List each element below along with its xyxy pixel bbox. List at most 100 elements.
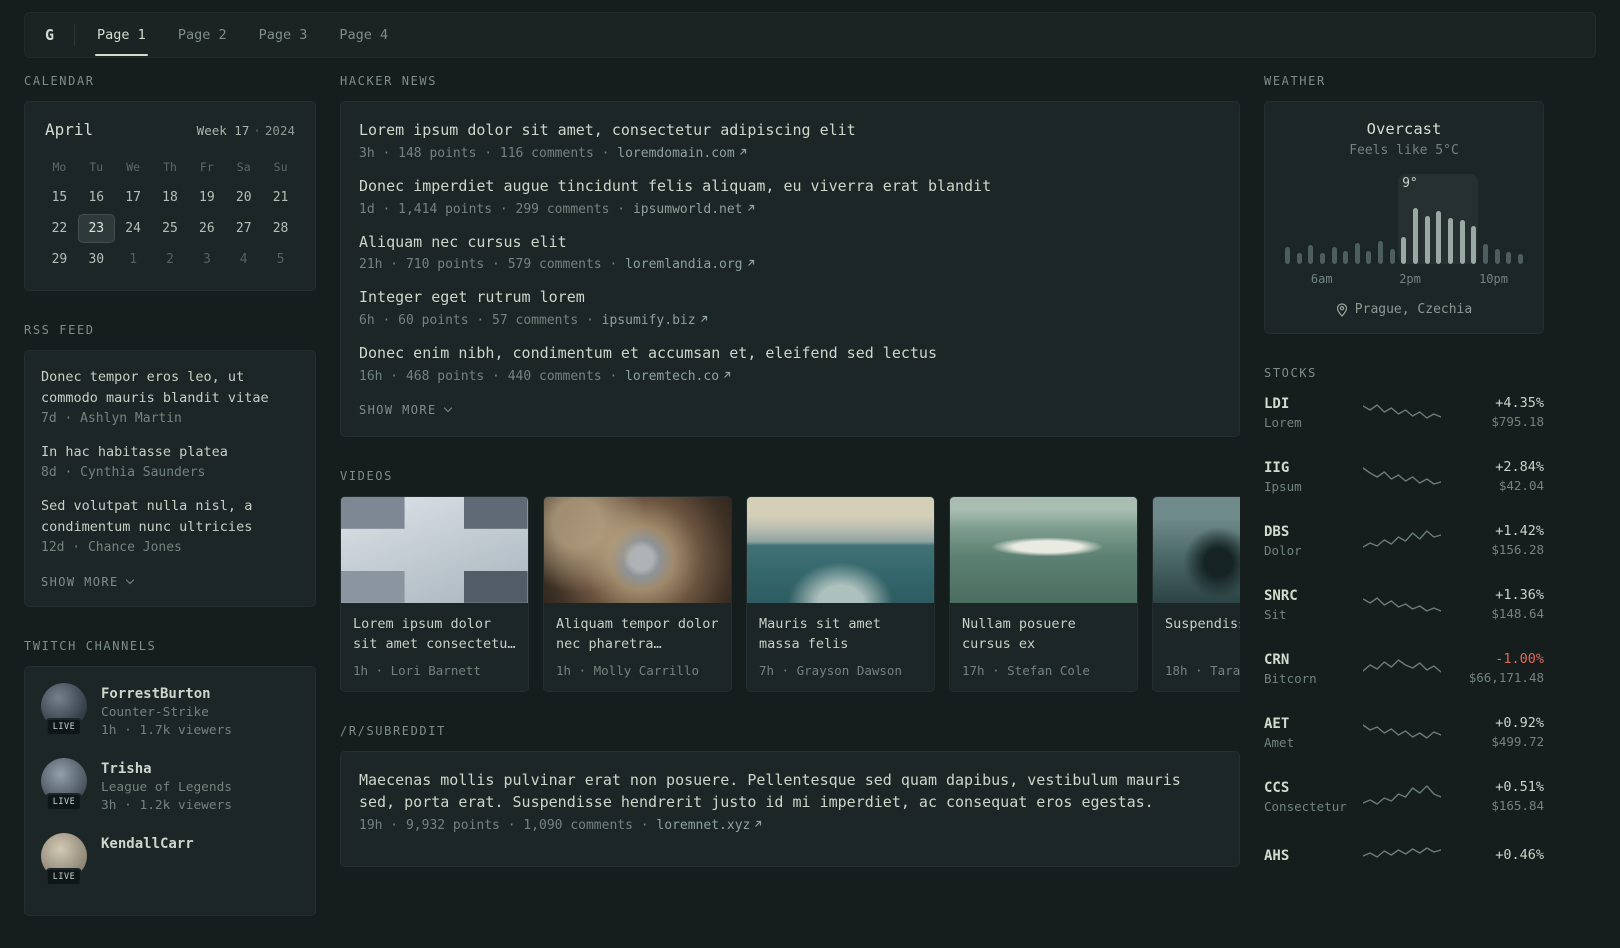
reddit-domain: loremnet.xyz	[656, 817, 751, 833]
news-domain-link[interactable]: ipsumify.biz	[602, 313, 709, 328]
news-domain-link[interactable]: loremtech.co	[625, 369, 732, 384]
news-domain: loremlandia.org	[625, 257, 743, 273]
stock-price: $499.72	[1491, 733, 1544, 749]
twitch-channel-name[interactable]: KendallCarr	[101, 836, 194, 852]
weather-bar	[1459, 220, 1465, 264]
calendar-day: 15	[51, 190, 68, 205]
weather-peak-temp: 9°	[1402, 176, 1418, 191]
video-title-link[interactable]: Nullam posuere cursus ex	[962, 614, 1125, 655]
stock-symbol[interactable]: AHS	[1264, 848, 1289, 864]
weather-bar	[1424, 216, 1430, 264]
video-thumbnail[interactable]	[747, 496, 934, 603]
right-column: WEATHER Overcast Feels like 5°C 9° 6am 2…	[1264, 74, 1544, 903]
subreddit-card: Maecenas mollis pulvinar erat non posuer…	[340, 751, 1240, 867]
stock-symbol[interactable]: DBS	[1264, 524, 1289, 540]
tab-page-3[interactable]: Page 3	[257, 27, 310, 43]
stock-sparkline	[1363, 596, 1441, 612]
stock-change: +0.92%	[1495, 714, 1544, 731]
top-navigation: G Page 1 Page 2 Page 3 Page 4	[24, 12, 1596, 58]
calendar-day-today: 23	[77, 214, 115, 243]
stock-symbol[interactable]: SNRC	[1264, 588, 1298, 604]
video-card[interactable]: Lorem ipsum dolor sit amet consectetu… 1…	[340, 495, 529, 693]
video-card[interactable]: Nullam posuere cursus ex 17h · Stefan Co…	[949, 495, 1138, 693]
video-thumbnail[interactable]	[341, 496, 528, 603]
stock-symbol[interactable]: CCS	[1264, 780, 1289, 796]
stock-price: $42.04	[1498, 477, 1544, 493]
avatar: LIVE	[41, 757, 87, 811]
twitch-channel-name[interactable]: ForrestBurton	[101, 686, 211, 702]
stock-row: AET Amet +0.92% $499.72	[1264, 713, 1544, 751]
stock-name: Consectetur	[1264, 799, 1347, 814]
calendar-week: Week 17	[196, 123, 250, 138]
tab-page-2[interactable]: Page 2	[176, 27, 229, 43]
live-badge: LIVE	[45, 717, 83, 736]
stock-price: $795.18	[1491, 413, 1544, 429]
calendar-header: April Week 17 · 2024	[41, 118, 299, 139]
video-card[interactable]: Suspendisse diam 18h · Tara	[1152, 495, 1240, 693]
reddit-domain-link[interactable]: loremnet.xyz	[656, 818, 763, 833]
stock-symbol[interactable]: AET	[1264, 716, 1289, 732]
twitch-channel-row[interactable]: LIVE KendallCarr	[41, 832, 299, 886]
reddit-post-link[interactable]: Maecenas mollis pulvinar erat non posuer…	[359, 770, 1221, 814]
news-title-link[interactable]: Lorem ipsum dolor sit amet, consectetur …	[359, 120, 1221, 142]
weather-bar	[1506, 252, 1512, 264]
video-thumbnail[interactable]	[544, 496, 731, 603]
news-domain-link[interactable]: ipsumworld.net	[633, 202, 756, 217]
news-item: Integer eget rutrum lorem 6h · 60 points…	[359, 287, 1221, 328]
video-thumbnail[interactable]	[1153, 496, 1240, 603]
video-title-link[interactable]: Lorem ipsum dolor sit amet consectetu…	[353, 614, 516, 655]
tab-page-1[interactable]: Page 1	[95, 27, 148, 56]
show-more-button[interactable]: SHOW MORE	[41, 574, 134, 589]
calendar-day: 1	[129, 252, 138, 267]
news-title-link[interactable]: Donec enim nibh, condimentum et accumsan…	[359, 343, 1221, 365]
stock-sparkline	[1363, 466, 1441, 485]
weather-bars	[1285, 188, 1523, 264]
live-badge: LIVE	[45, 867, 83, 886]
video-title-link[interactable]: Aliquam tempor dolor nec pharetra…	[556, 614, 719, 655]
video-card[interactable]: Aliquam tempor dolor nec pharetra… 1h · …	[543, 495, 732, 693]
calendar-day: 27	[235, 221, 252, 236]
reddit-post-meta: 19h · 9,932 points · 1,090 comments · lo…	[359, 818, 1221, 833]
location-pin-icon	[1336, 302, 1347, 317]
video-card[interactable]: Mauris sit amet massa felis 7h · Grayson…	[746, 495, 935, 693]
news-title-link[interactable]: Aliquam nec cursus elit	[359, 232, 1221, 254]
twitch-viewers: 3h · 1.2k viewers	[101, 797, 232, 813]
news-meta-text: 16h · 468 points · 440 comments ·	[359, 368, 618, 384]
weather-bar	[1343, 251, 1349, 264]
rss-item-link[interactable]: In hac habitasse platea	[41, 442, 299, 463]
stock-price: $156.28	[1491, 541, 1544, 557]
weather-bar	[1354, 243, 1360, 264]
avatar: LIVE	[41, 682, 87, 736]
news-title-link[interactable]: Donec imperdiet augue tincidunt felis al…	[359, 176, 1221, 198]
stock-change: +2.84%	[1495, 458, 1544, 475]
stock-symbol[interactable]: IIG	[1264, 460, 1289, 476]
rss-item-link[interactable]: Sed volutpat nulla nisl, a condimentum n…	[41, 496, 299, 538]
video-title-link[interactable]: Suspendisse diam	[1165, 614, 1240, 654]
news-title-link[interactable]: Integer eget rutrum lorem	[359, 287, 1221, 309]
video-meta: 7h · Grayson Dawson	[759, 663, 902, 679]
stock-change: +0.46%	[1495, 846, 1544, 863]
rss-item-link[interactable]: Donec tempor eros leo, ut commodo mauris…	[41, 367, 299, 409]
weather-time-label: 6am	[1310, 272, 1333, 286]
video-title-link[interactable]: Mauris sit amet massa felis	[759, 614, 922, 655]
twitch-channel-name[interactable]: Trisha	[101, 761, 152, 777]
news-domain-link[interactable]: loremlandia.org	[625, 257, 755, 272]
stock-symbol[interactable]: CRN	[1264, 652, 1289, 668]
news-domain-link[interactable]: loremdomain.com	[617, 146, 747, 161]
news-meta: 3h · 148 points · 116 comments · loremdo…	[359, 146, 1221, 161]
reddit-meta-text: 19h · 9,932 points · 1,090 comments ·	[359, 817, 649, 833]
external-link-icon	[747, 260, 754, 267]
stock-symbol[interactable]: LDI	[1264, 396, 1289, 412]
weather-bar	[1471, 226, 1477, 264]
twitch-channel-row[interactable]: LIVE Trisha League of Legends 3h · 1.2k …	[41, 757, 299, 813]
calendar-day: 26	[199, 221, 215, 236]
rss-item: In hac habitasse platea 8d · Cynthia Sau…	[41, 442, 299, 480]
stock-sparkline	[1363, 403, 1441, 419]
twitch-channel-row[interactable]: LIVE ForrestBurton Counter-Strike 1h · 1…	[41, 682, 299, 738]
tab-page-4[interactable]: Page 4	[337, 27, 390, 43]
show-more-label: SHOW MORE	[41, 574, 119, 589]
stock-price: $148.64	[1491, 605, 1544, 621]
news-meta-text: 21h · 710 points · 579 comments ·	[359, 257, 618, 273]
show-more-button[interactable]: SHOW MORE	[359, 403, 452, 417]
video-thumbnail[interactable]	[950, 496, 1137, 603]
